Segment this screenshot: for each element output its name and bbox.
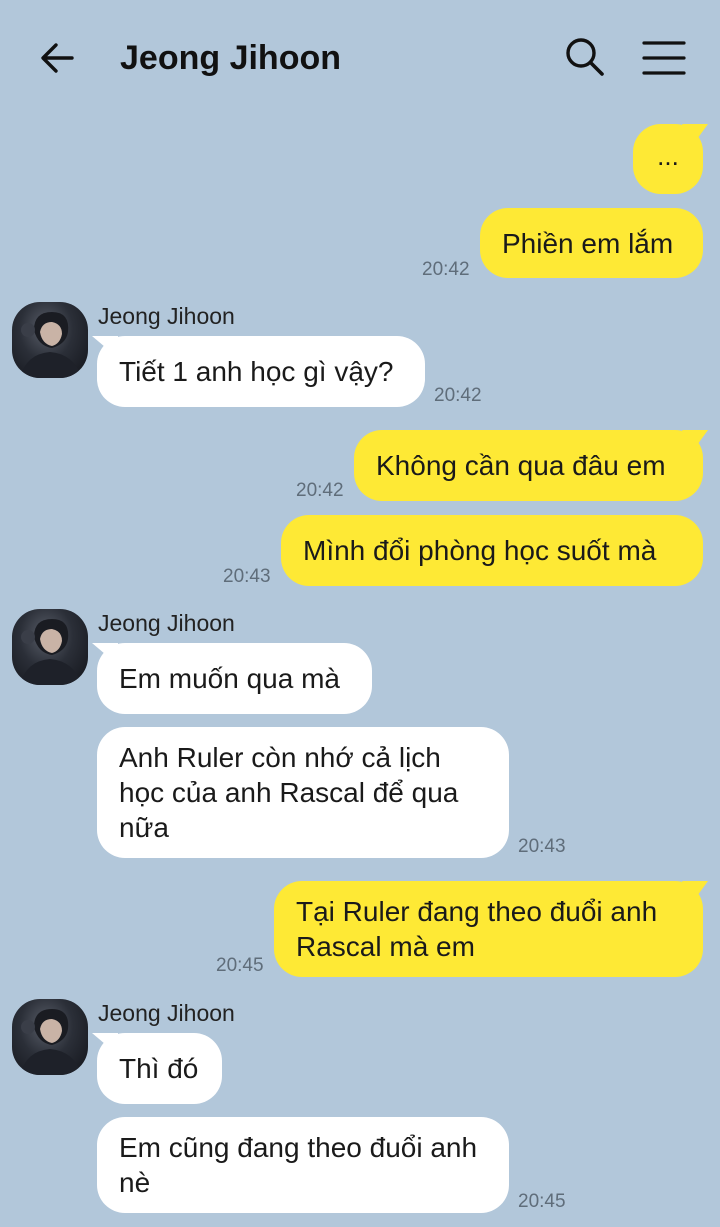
incoming-bubble[interactable]: Em cũng đang theo đuổi anh nè: [97, 1117, 509, 1213]
person-silhouette-icon: [20, 312, 82, 378]
outgoing-bubble[interactable]: Mình đổi phòng học suốt mà: [281, 515, 703, 586]
sender-name: Jeong Jihoon: [98, 303, 235, 329]
avatar[interactable]: [12, 302, 88, 378]
person-silhouette-icon: [20, 619, 82, 685]
message-time: 20:43: [518, 836, 566, 857]
incoming-bubble[interactable]: Anh Ruler còn nhớ cả lịch học của anh Ra…: [97, 727, 509, 858]
incoming-bubble[interactable]: Em muốn qua mà: [97, 643, 372, 714]
outgoing-bubble[interactable]: Tại Ruler đang theo đuổi anh Rascal mà e…: [274, 881, 703, 977]
chat-title: Jeong Jihoon: [120, 39, 341, 77]
message-time: 20:42: [422, 259, 470, 280]
message-time: 20:43: [223, 566, 271, 587]
sender-name: Jeong Jihoon: [98, 1000, 235, 1026]
bubble-tail: [682, 881, 708, 903]
incoming-bubble[interactable]: Thì đó: [97, 1033, 222, 1104]
outgoing-bubble[interactable]: Phiền em lắm: [480, 208, 703, 278]
avatar[interactable]: [12, 999, 88, 1075]
bubble-tail: [682, 124, 708, 146]
avatar[interactable]: [12, 609, 88, 685]
incoming-bubble[interactable]: Tiết 1 anh học gì vậy?: [97, 336, 425, 407]
bubble-tail: [682, 430, 708, 452]
message-time: 20:45: [216, 955, 264, 976]
person-silhouette-icon: [20, 1009, 82, 1075]
outgoing-bubble[interactable]: Không cần qua đâu em: [354, 430, 703, 501]
hamburger-menu-icon[interactable]: [640, 36, 688, 80]
chat-header: Jeong Jihoon: [0, 0, 720, 112]
message-time: 20:42: [434, 385, 482, 406]
message-time: 20:45: [518, 1191, 566, 1212]
arrow-left-icon[interactable]: [36, 36, 80, 80]
message-time: 20:42: [296, 480, 344, 501]
sender-name: Jeong Jihoon: [98, 610, 235, 636]
search-icon[interactable]: [562, 34, 608, 80]
